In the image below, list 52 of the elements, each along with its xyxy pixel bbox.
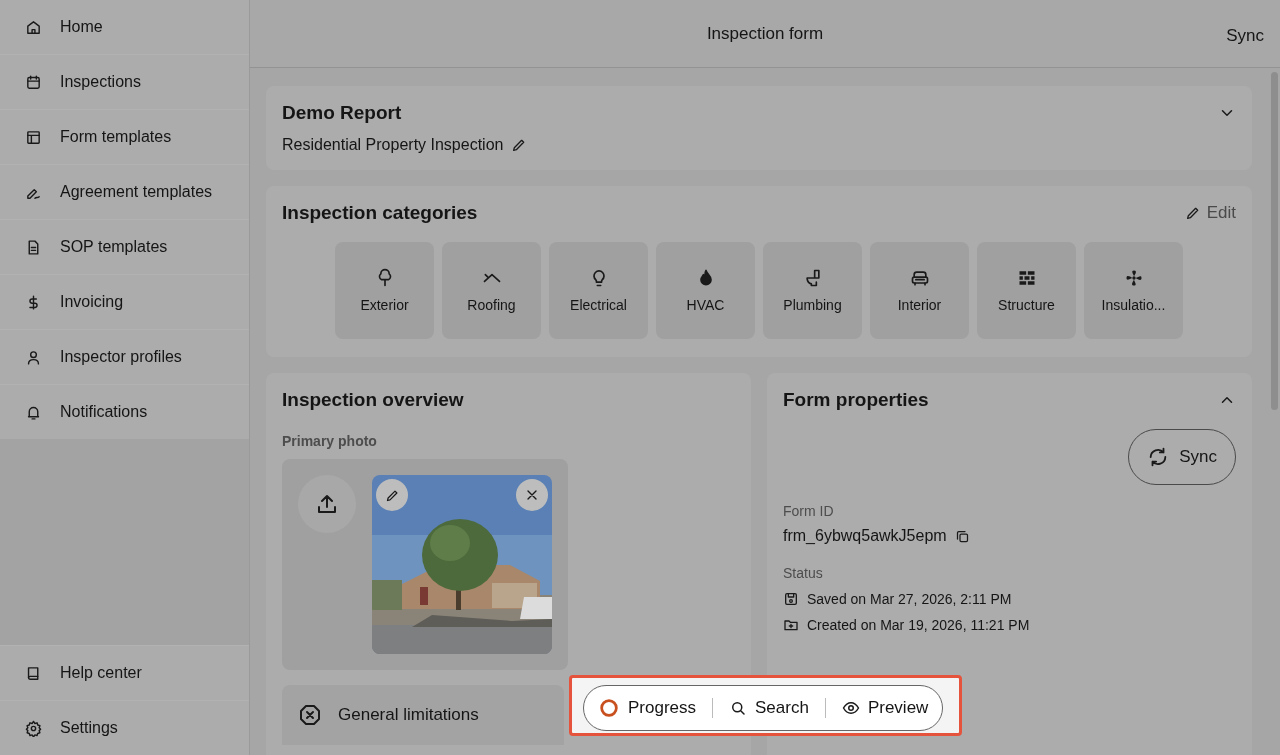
sidebar-item[interactable]: Agreement templates	[0, 165, 249, 220]
layout-icon	[25, 128, 42, 146]
sidebar-item[interactable]: Settings	[0, 701, 249, 755]
scrollbar-thumb[interactable]	[1270, 72, 1278, 410]
settings-icon	[25, 719, 42, 737]
pencil-icon	[1184, 205, 1201, 221]
sidebar-item[interactable]: SOP templates	[0, 220, 249, 275]
category-tile[interactable]: Structure	[977, 242, 1076, 339]
copy-icon	[954, 528, 970, 544]
sidebar-item[interactable]: Help center	[0, 645, 249, 701]
report-subtitle: Residential Property Inspection	[282, 136, 504, 154]
field-label: Primary photo	[282, 433, 378, 449]
field-label: Status	[783, 565, 824, 581]
field-label: Form ID	[783, 503, 835, 519]
home-icon	[25, 18, 42, 36]
report-title: Demo Report	[282, 102, 402, 124]
status-text: Created on Mar 19, 2026, 11:21 PM	[807, 617, 1030, 633]
progress-ring-icon	[598, 697, 620, 719]
upload-icon	[315, 492, 339, 516]
sidebar-item[interactable]: Form templates	[0, 110, 249, 165]
category-tile[interactable]: Exterior	[335, 242, 434, 339]
section-title: Inspection categories	[282, 202, 478, 224]
page-title: Inspection form	[706, 23, 824, 44]
sidebar-item[interactable]: Invoicing	[0, 275, 249, 330]
folder-plus-icon	[783, 617, 799, 633]
limitations-row[interactable]: General limitations	[282, 685, 564, 745]
toolbar-button[interactable]: Progress	[598, 685, 713, 731]
category-tile[interactable]: Plumbing	[763, 242, 862, 339]
toolbar-button[interactable]: Preview	[825, 685, 929, 731]
sidebar-item[interactable]: Inspector profiles	[0, 330, 249, 385]
form-id: frm_6ybwq5awkJ5epm	[783, 527, 947, 545]
sync-link[interactable]: Sync	[1226, 26, 1264, 46]
eye-icon	[841, 699, 860, 717]
sidebar-item[interactable]: Home	[0, 0, 249, 55]
calendar-icon	[25, 73, 42, 91]
section-title: Form properties	[783, 389, 929, 411]
close-octagon-icon	[298, 703, 322, 727]
sidebar-item[interactable]: Notifications	[0, 385, 249, 439]
sidebar-item[interactable]: Inspections	[0, 55, 249, 110]
category-tile[interactable]: Roofing	[442, 242, 541, 339]
category-tile[interactable]: Interior	[870, 242, 969, 339]
edit-link[interactable]: Edit	[1184, 203, 1236, 223]
user-icon	[25, 348, 42, 366]
category-tile[interactable]: Electrical	[549, 242, 648, 339]
search-icon	[729, 699, 748, 717]
toolbar-button[interactable]: Search	[713, 685, 825, 731]
sofa-icon	[909, 268, 930, 288]
section-title: Inspection overview	[282, 389, 465, 411]
status-text: Saved on Mar 27, 2026, 2:11 PM	[807, 591, 1012, 607]
category-tile[interactable]: HVAC	[656, 242, 755, 339]
category-tile[interactable]: Insulatio...	[1084, 242, 1183, 339]
save-icon	[783, 591, 799, 607]
